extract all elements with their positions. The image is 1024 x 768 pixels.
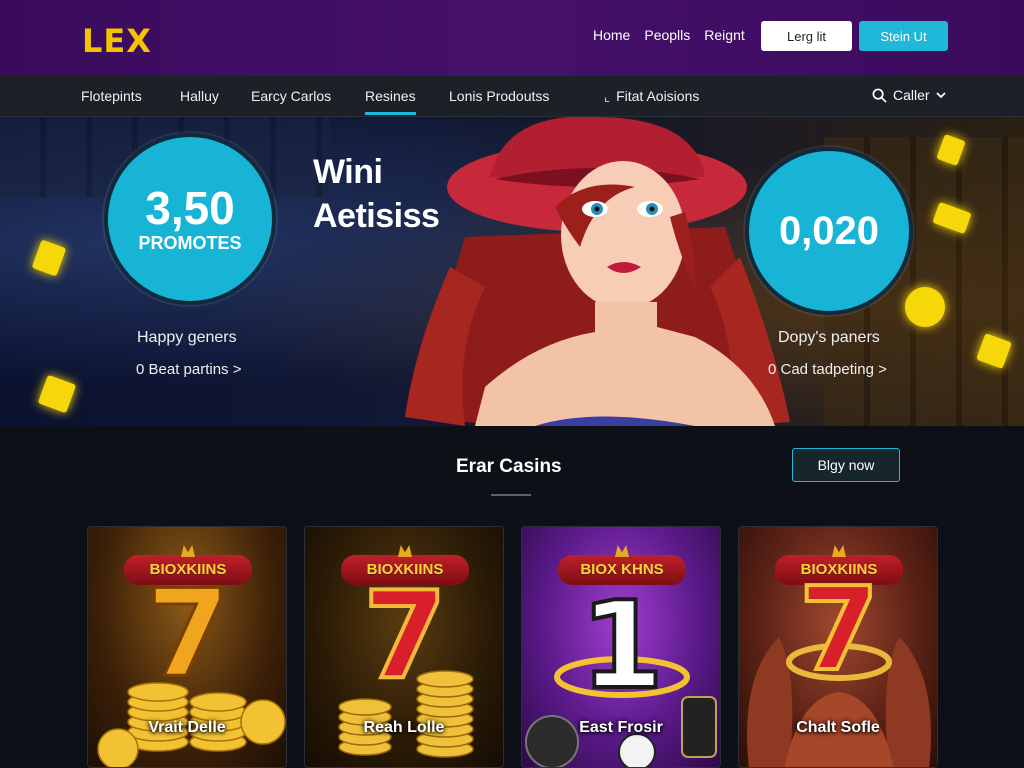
svg-text:1: 1 <box>580 577 664 716</box>
game-card[interactable]: BIOXKIINS 7 Vrait Delle <box>87 526 287 768</box>
nav-item-extra[interactable]: ⌞ Fitat Aoisions <box>604 88 699 105</box>
bracket-icon: ⌞ <box>604 89 611 104</box>
top-header: LEX Home Peoplls Reignt Lerg lit Stein U… <box>0 0 1024 76</box>
card-title: East Frosir <box>579 719 663 736</box>
nav-item-3[interactable]: Earcy Carlos <box>251 88 331 104</box>
nav-item-extra-label: Fitat Aoisions <box>616 88 700 104</box>
hero-caption-right: Dopy's paners <box>778 329 880 346</box>
signup-button[interactable]: Stein Ut <box>859 21 948 51</box>
game-card[interactable]: BIOXKIINS 7 Chalt Sofle <box>738 526 938 768</box>
top-link-people[interactable]: Peoplls <box>644 27 690 43</box>
coin-decoration <box>37 374 77 414</box>
site-logo[interactable]: LEX <box>82 22 152 60</box>
section-title: Erar Casins <box>456 456 562 477</box>
nav-item-2[interactable]: Halluy <box>180 88 219 104</box>
promo-circle-left[interactable]: 3,50 PROMOTES <box>104 133 276 305</box>
nav-search[interactable]: Caller <box>872 87 946 103</box>
hero-title-line1: Wini <box>313 153 383 191</box>
game-card[interactable]: BIOXKIINS 7 Reah Lolle <box>304 526 504 768</box>
top-links: Home Peoplls Reignt <box>593 27 745 43</box>
card-title: Vrait Delle <box>148 719 226 736</box>
hero-link-right[interactable]: 0 Cad tadpeting > <box>768 361 887 378</box>
main-nav: Flotepints Halluy Earcy Carlos Resines L… <box>0 76 1024 117</box>
card-title: Reah Lolle <box>363 719 445 736</box>
game-card[interactable]: BIOX KHNS 1 East Frosir <box>521 526 721 768</box>
hero-link-left[interactable]: 0 Beat partins > <box>136 361 241 378</box>
section-divider <box>491 494 531 496</box>
promo-circle-right[interactable]: 0,020 <box>745 147 913 315</box>
login-button[interactable]: Lerg lit <box>761 21 852 51</box>
promo-label: PROMOTES <box>138 232 242 253</box>
nav-item-5[interactable]: Lonis Prodoutss <box>449 88 549 104</box>
hero-title-line2: Aetisiss <box>313 197 440 235</box>
promo-value-right: 0,020 <box>778 209 880 253</box>
promo-value: 3,50 <box>145 181 235 234</box>
hero-caption-left: Happy geners <box>137 329 237 346</box>
hostess-illustration <box>405 117 790 426</box>
nav-item-active[interactable]: Resines <box>365 88 416 115</box>
svg-text:7: 7 <box>799 563 879 697</box>
card-title: Chalt Sofle <box>796 719 880 736</box>
search-icon <box>872 88 887 103</box>
coin-decoration <box>31 239 67 277</box>
nav-item-1[interactable]: Flotepints <box>81 88 142 104</box>
play-now-button[interactable]: Blgy now <box>792 448 900 482</box>
search-label: Caller <box>893 87 930 103</box>
top-link-register[interactable]: Reignt <box>704 27 744 43</box>
chevron-down-icon <box>935 92 946 99</box>
top-link-home[interactable]: Home <box>593 27 630 43</box>
hero-title: Wini Aetisiss <box>313 150 440 238</box>
